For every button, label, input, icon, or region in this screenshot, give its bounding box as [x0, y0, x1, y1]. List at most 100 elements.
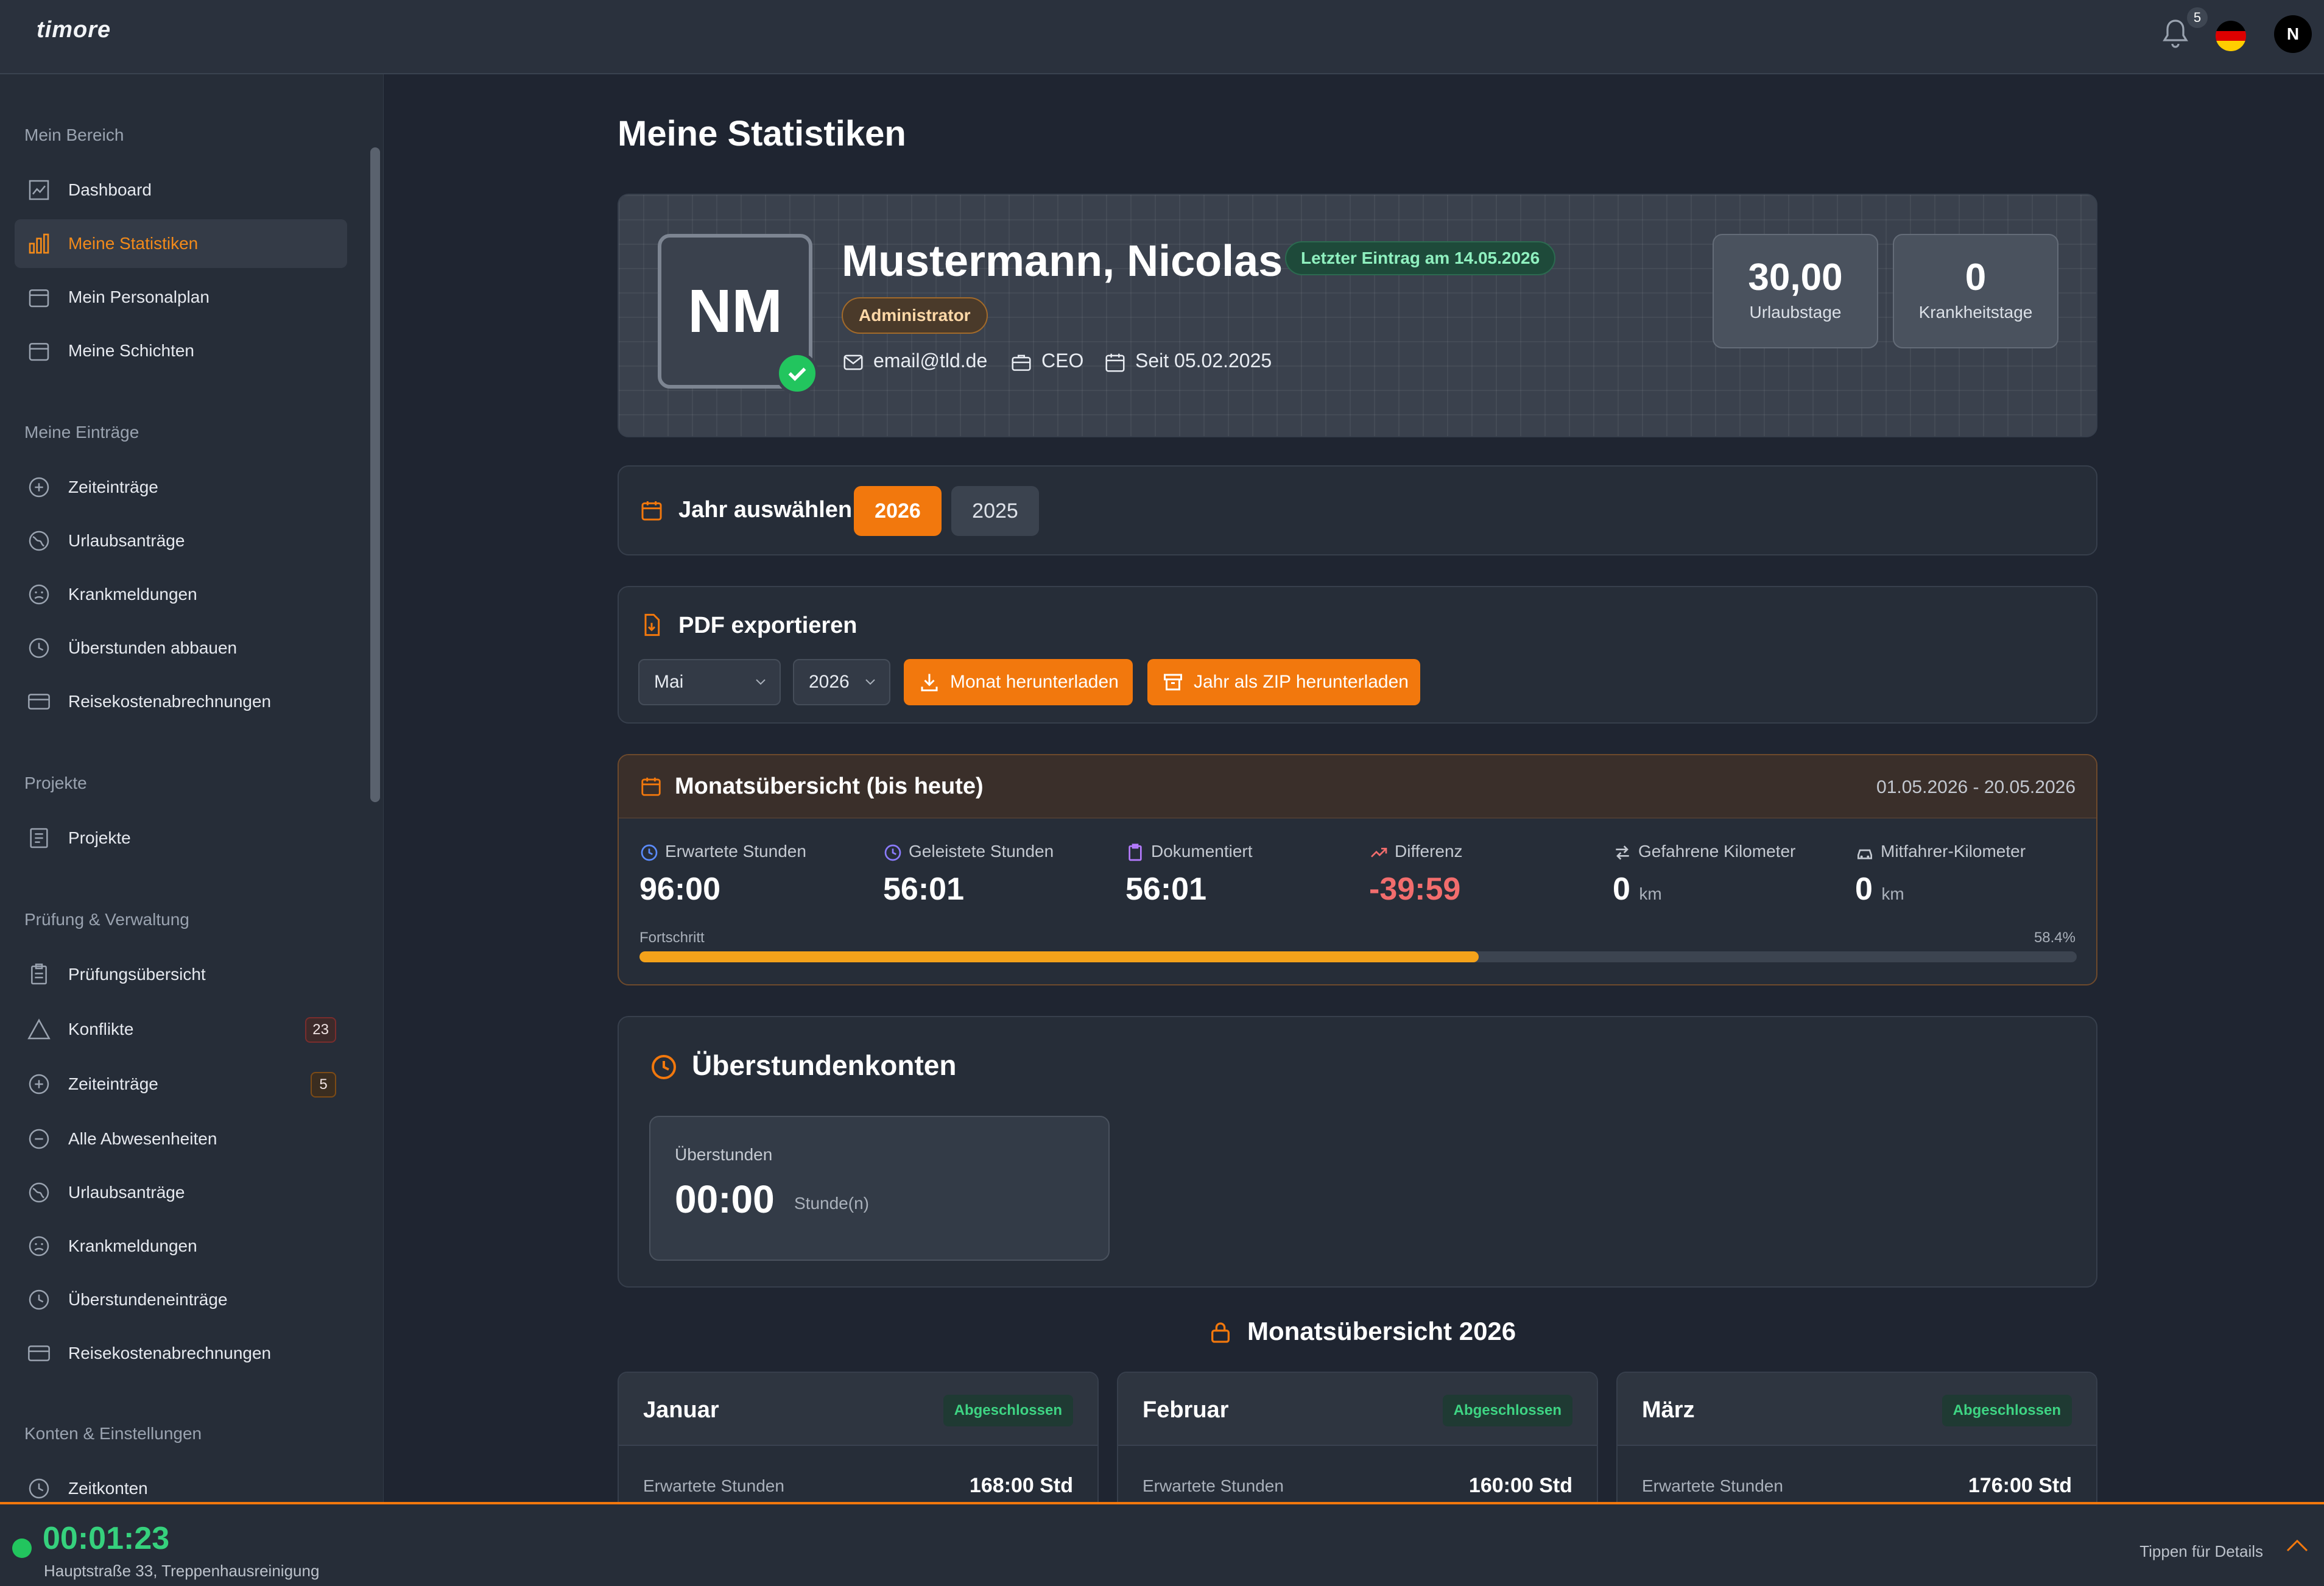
bell-icon[interactable]: [2161, 18, 2190, 50]
kpi-difference: Differenz -39:59: [1369, 842, 1463, 908]
lock-icon: [1211, 1322, 1230, 1343]
month-select[interactable]: Mai: [638, 659, 781, 705]
calendar-icon: [641, 777, 661, 796]
kpi-documented: Dokumentiert 56:01: [1125, 842, 1253, 908]
sidebar-item-label: Krankmeldungen: [68, 1236, 197, 1255]
user-avatar[interactable]: N: [2274, 15, 2312, 53]
chevron-down-icon: [865, 679, 875, 685]
sidebar-item-label: Prüfungsübersicht: [68, 965, 206, 984]
chevron-down-icon: [756, 679, 766, 685]
sidebar-item-projekte[interactable]: Projekte: [15, 814, 347, 862]
sidebar-item-label: Mein Personalplan: [68, 287, 210, 306]
timer-time: 00:01:23: [43, 1521, 170, 1556]
month-name: Januar: [643, 1397, 719, 1423]
profile-since: Seit 05.02.2025: [1104, 350, 1272, 374]
german-flag-icon[interactable]: [2216, 21, 2246, 51]
overtime-accounts-title: Überstundenkonten: [692, 1049, 957, 1081]
month-status-badge: Abgeschlossen: [1942, 1395, 2072, 1426]
sidebar-item-krankmeldungen[interactable]: Krankmeldungen: [15, 570, 347, 619]
top-bar: timore 5 N: [0, 0, 2324, 74]
profile-card: NM Mustermann, Nicolas Letzter Eintrag a…: [618, 194, 2097, 437]
sidebar-item-ueberstunden-abbauen[interactable]: Überstunden abbauen: [15, 624, 347, 672]
sidebar-item-krankmeldungen-admin[interactable]: Krankmeldungen: [15, 1222, 347, 1271]
download-year-zip-button[interactable]: Jahr als ZIP herunterladen: [1147, 659, 1420, 705]
time-entries-count-badge: 5: [311, 1072, 336, 1098]
sidebar-item-label: Meine Schichten: [68, 341, 195, 360]
kpi-worked-hours: Geleistete Stunden 56:01: [883, 842, 1054, 908]
profile-position-text: CEO: [1041, 350, 1084, 372]
app-logo[interactable]: timore: [37, 17, 111, 43]
sidebar-scrollbar[interactable]: [370, 147, 380, 802]
clock-icon: [29, 1289, 49, 1310]
sidebar-item-meine-statistiken[interactable]: Meine Statistiken: [15, 219, 347, 268]
globe-icon: [29, 1182, 49, 1203]
overtime-accounts-card: Überstundenkonten Überstunden 00:00 Stun…: [618, 1016, 2097, 1288]
arrows-exchange-icon: [1616, 845, 1629, 860]
plus-circle-icon: [29, 477, 49, 498]
year-select[interactable]: 2026: [793, 659, 890, 705]
chart-line-icon: [29, 180, 49, 200]
sidebar-item-reisekostenabrechnungen[interactable]: Reisekostenabrechnungen: [15, 677, 347, 726]
sidebar-item-reisekostenabrechnungen-admin[interactable]: Reisekostenabrechnungen: [15, 1329, 347, 1378]
month-overview-card: Monatsübersicht (bis heute) 01.05.2026 -…: [618, 754, 2097, 985]
kpi-passenger-km: Mitfahrer-Kilometer 0 km: [1855, 842, 2026, 908]
sidebar-item-label: Projekte: [68, 828, 131, 847]
sidebar-item-pruefungsuebersicht[interactable]: Prüfungsübersicht: [15, 950, 347, 999]
sidebar-item-ueberstundeneintraege[interactable]: Überstundeneinträge: [15, 1275, 347, 1324]
sidebar-item-zeiteintraege[interactable]: Zeiteinträge: [15, 463, 347, 512]
progress-percent: 58.4%: [2034, 929, 2076, 946]
group-label-konten-einstellungen: Konten & Einstellungen: [24, 1424, 202, 1443]
year-select-value: 2026: [809, 672, 850, 692]
clock-icon: [641, 844, 658, 861]
month-row-value: 160:00 Std: [1468, 1474, 1572, 1497]
month-name: Februar: [1143, 1397, 1229, 1423]
clock-icon: [29, 1478, 49, 1499]
active-timer-bar[interactable]: 00:01:23 Hauptstraße 33, Treppenhausrein…: [0, 1502, 2324, 1586]
month-name: März: [1642, 1397, 1695, 1423]
sidebar-item-urlaubsantraege-admin[interactable]: Urlaubsanträge: [15, 1168, 347, 1217]
profile-email: email@tld.de: [842, 350, 987, 374]
year-button-2026[interactable]: 2026: [854, 486, 942, 536]
sidebar-item-alle-abwesenheiten[interactable]: Alle Abwesenheiten: [15, 1115, 347, 1163]
sidebar-item-label: Zeiteinträge: [68, 1074, 158, 1093]
clipboard-icon: [1129, 843, 1142, 861]
car-icon: [1857, 849, 1872, 859]
kpi-number: 0: [1613, 871, 1630, 907]
profile-email-text: email@tld.de: [873, 350, 988, 372]
sidebar-item-label: Urlaubsanträge: [68, 1183, 185, 1202]
download-month-button[interactable]: Monat herunterladen: [904, 659, 1133, 705]
trending-up-icon: [1371, 847, 1387, 858]
overtime-value: 00:00: [675, 1177, 775, 1221]
chevron-up-icon[interactable]: [2285, 1537, 2309, 1553]
sidebar-item-label: Reisekostenabrechnungen: [68, 1344, 272, 1362]
sidebar-item-konflikte[interactable]: Konflikte 23: [15, 1005, 347, 1054]
sidebar-item-urlaubsantraege[interactable]: Urlaubsanträge: [15, 516, 347, 565]
month-overview-header: Monatsübersicht (bis heute) 01.05.2026 -…: [619, 755, 2096, 819]
download-icon: [921, 674, 938, 691]
sidebar-item-mein-personalplan[interactable]: Mein Personalplan: [15, 273, 347, 322]
year-overview-title: Monatsübersicht 2026: [1247, 1317, 1516, 1345]
download-month-label: Monat herunterladen: [950, 672, 1119, 692]
download-year-zip-label: Jahr als ZIP herunterladen: [1194, 672, 1409, 692]
month-row-label: Erwartete Stunden: [1143, 1476, 1284, 1495]
clock-icon: [652, 1055, 676, 1079]
month-card-header: März Abgeschlossen: [1618, 1373, 2096, 1446]
last-entry-badge: Letzter Eintrag am 14.05.2026: [1285, 241, 1556, 275]
month-card-header: Februar Abgeschlossen: [1118, 1373, 1597, 1446]
clipboard-icon: [31, 964, 47, 985]
kpi-label: Differenz: [1395, 842, 1463, 861]
conflicts-count-badge: 23: [305, 1017, 336, 1043]
sidebar-item-dashboard[interactable]: Dashboard: [15, 166, 347, 214]
overtime-box[interactable]: Überstunden 00:00 Stunde(n): [649, 1116, 1110, 1261]
kpi-unit: km: [1639, 884, 1662, 903]
sidebar-item-zeiteintraege-admin[interactable]: Zeiteinträge 5: [15, 1060, 347, 1108]
kpi-label: Geleistete Stunden: [909, 842, 1054, 861]
group-label-mein-bereich: Mein Bereich: [24, 125, 124, 144]
year-button-2025[interactable]: 2025: [951, 486, 1039, 536]
file-download-icon: [644, 613, 660, 636]
sidebar-item-meine-schichten[interactable]: Meine Schichten: [15, 326, 347, 375]
minus-circle-icon: [29, 1129, 49, 1149]
month-status-badge: Abgeschlossen: [943, 1395, 1073, 1426]
sad-face-icon: [29, 1236, 49, 1256]
vacation-days-label: Urlaubstage: [1749, 303, 1842, 322]
